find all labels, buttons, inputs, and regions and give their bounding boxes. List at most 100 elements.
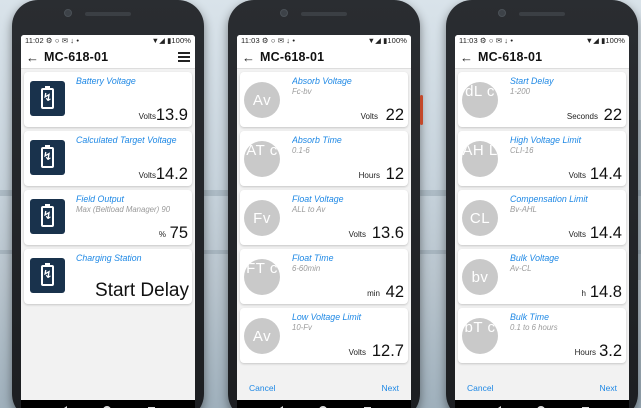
phone-3-screen: 11:03 ⚙ ○ ✉ ↓ • ▼◢ ▮100% ← MC-618-01 dL … <box>455 35 629 408</box>
camera <box>64 9 72 17</box>
card-label: Battery Voltage <box>76 76 136 86</box>
parameter-avatar: AT c <box>244 141 280 177</box>
parameter-avatar: bv <box>462 259 498 295</box>
status-icons: ⚙ ○ ✉ ↓ • <box>261 36 296 45</box>
card-label: Absorb Time <box>292 135 342 145</box>
hamburger-menu-icon[interactable] <box>178 52 190 62</box>
battery-icon: ↯ <box>30 140 65 175</box>
wizard-footer: Cancel Next <box>237 383 411 399</box>
card-label: Compensation Limit <box>510 194 588 204</box>
card-value: 22 <box>603 106 622 124</box>
next-button[interactable]: Next <box>382 383 399 399</box>
phone-2: 11:03 ⚙ ○ ✉ ↓ • ▼◢ ▮100% ← MC-618-01 Av … <box>228 0 423 408</box>
back-arrow-icon[interactable]: ← <box>460 50 478 65</box>
card-range: Max (Beltload Manager) 90 <box>76 205 171 214</box>
card-absorb-time[interactable]: AT c Absorb Time 0.1-6 Hours 12 <box>240 131 408 186</box>
card-bulk-time[interactable]: bT c Bulk Time 0.1 to 6 hours Hours 3.2 <box>458 308 626 363</box>
status-icons: ⚙ ○ ✉ ↓ • <box>45 36 80 45</box>
card-label: Bulk Voltage <box>510 253 560 263</box>
battery-icon: ↯ <box>30 199 65 234</box>
parameter-avatar: Av <box>244 82 280 118</box>
card-field-output[interactable]: ↯ Field Output Max (Beltload Manager) 90… <box>24 190 192 245</box>
card-unit: Volts <box>348 230 366 239</box>
card-range: Fc-bv <box>292 87 312 96</box>
card-range: Bv-AHL <box>510 205 537 214</box>
card-value: 42 <box>385 283 404 301</box>
card-battery-voltage[interactable]: ↯ Battery Voltage Volts 13.9 <box>24 72 192 127</box>
parameter-list: ↯ Battery Voltage Volts 13.9 ↯ Calculate… <box>21 69 195 304</box>
card-value: 12 <box>385 165 404 183</box>
card-label: Charging Station <box>76 253 142 263</box>
card-calculated-target-voltage[interactable]: ↯ Calculated Target Voltage Volts 14.2 <box>24 131 192 186</box>
card-value: 13.9 <box>155 106 188 124</box>
cancel-button[interactable]: Cancel <box>249 383 275 399</box>
speaker <box>519 12 565 16</box>
app-bar: ← MC-618-01 <box>21 46 195 69</box>
card-range: 10-Fv <box>292 323 312 332</box>
card-range: 0.1 to 6 hours <box>510 323 558 332</box>
status-right: ▼◢ ▮100% <box>367 36 407 45</box>
card-absorb-voltage[interactable]: Av Absorb Voltage Fc-bv Volts 22 <box>240 72 408 127</box>
phone-1-screen: 11:02 ⚙ ○ ✉ ↓ • ▼◢ ▮100% ← MC-618-01 ↯ B… <box>21 35 195 408</box>
card-value: 13.6 <box>371 224 404 242</box>
card-unit: % <box>158 230 166 239</box>
status-bar: 11:03 ⚙ ○ ✉ ↓ • ▼◢ ▮100% <box>455 35 629 46</box>
card-unit: Volts <box>138 171 156 180</box>
card-compensation-limit[interactable]: CL Compensation Limit Bv-AHL Volts 14.4 <box>458 190 626 245</box>
status-time: 11:03 <box>459 36 478 45</box>
android-nav-bar <box>455 400 629 408</box>
card-high-voltage-limit[interactable]: AH L High Voltage Limit CLI-16 Volts 14.… <box>458 131 626 186</box>
next-button[interactable]: Next <box>600 383 617 399</box>
card-label: Float Voltage <box>292 194 344 204</box>
status-time: 11:02 <box>25 36 44 45</box>
card-value: 3.2 <box>599 342 622 360</box>
card-value: 12.7 <box>371 342 404 360</box>
android-nav-bar <box>21 400 195 408</box>
card-label: Field Output <box>76 194 124 204</box>
back-arrow-icon[interactable]: ← <box>26 50 44 65</box>
phone-2-screen: 11:03 ⚙ ○ ✉ ↓ • ▼◢ ▮100% ← MC-618-01 Av … <box>237 35 411 408</box>
app-bar: ← MC-618-01 <box>237 46 411 69</box>
wizard-footer: Cancel Next <box>455 383 629 399</box>
card-value: Start Delay <box>95 280 189 301</box>
card-label: Calculated Target Voltage <box>76 135 177 145</box>
camera <box>498 9 506 17</box>
card-bulk-voltage[interactable]: bv Bulk Voltage Av-CL h 14.8 <box>458 249 626 304</box>
card-range: CLI-16 <box>510 146 534 155</box>
back-arrow-icon[interactable]: ← <box>242 50 260 65</box>
parameter-avatar: Fv <box>244 200 280 236</box>
app-bar: ← MC-618-01 <box>455 46 629 69</box>
card-float-voltage[interactable]: Fv Float Voltage ALL to Av Volts 13.6 <box>240 190 408 245</box>
battery-icon: ↯ <box>30 81 65 116</box>
card-unit: min <box>367 289 380 298</box>
card-range: Av-CL <box>510 264 532 273</box>
parameter-avatar: CL <box>462 200 498 236</box>
card-unit: Volts <box>360 112 378 121</box>
card-label: Low Voltage Limit <box>292 312 362 322</box>
page-title: MC-618-01 <box>260 50 325 64</box>
card-unit: Hours <box>574 348 596 357</box>
parameter-avatar: dL c <box>462 82 498 118</box>
card-unit: Volts <box>348 348 366 357</box>
status-right: ▼◢ ▮100% <box>585 36 625 45</box>
card-start-delay[interactable]: dL c Start Delay 1-200 Seconds 22 <box>458 72 626 127</box>
status-right: ▼◢ ▮100% <box>151 36 191 45</box>
card-unit: Volts <box>138 112 156 121</box>
speaker <box>85 12 131 16</box>
page-title: MC-618-01 <box>44 50 109 64</box>
card-label: Absorb Voltage <box>292 76 352 86</box>
android-nav-bar <box>237 400 411 408</box>
card-label: Start Delay <box>510 76 554 86</box>
status-bar: 11:03 ⚙ ○ ✉ ↓ • ▼◢ ▮100% <box>237 35 411 46</box>
parameter-avatar: FT c <box>244 259 280 295</box>
cancel-button[interactable]: Cancel <box>467 383 493 399</box>
card-label: Bulk Time <box>510 312 550 322</box>
card-label: High Voltage Limit <box>510 135 582 145</box>
card-unit: h <box>581 289 586 298</box>
card-low-voltage-limit[interactable]: Av Low Voltage Limit 10-Fv Volts 12.7 <box>240 308 408 363</box>
card-charging-station[interactable]: ↯ Charging Station Start Delay <box>24 249 192 304</box>
phone-3: 11:03 ⚙ ○ ✉ ↓ • ▼◢ ▮100% ← MC-618-01 dL … <box>446 0 638 408</box>
card-value: 14.8 <box>589 283 622 301</box>
parameter-avatar: AH L <box>462 141 498 177</box>
card-float-time[interactable]: FT c Float Time 6-60min min 42 <box>240 249 408 304</box>
